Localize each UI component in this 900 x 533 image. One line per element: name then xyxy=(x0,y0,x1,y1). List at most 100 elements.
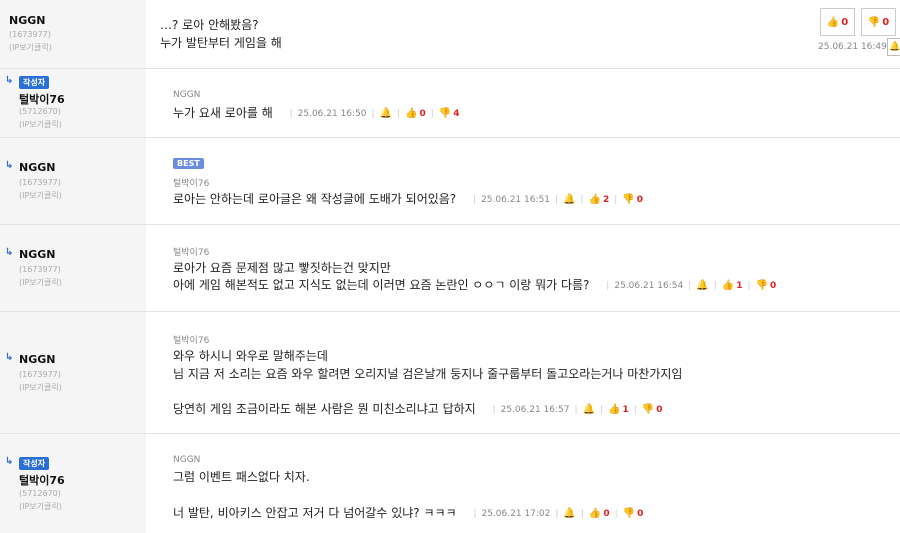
comment-row: ↳ 작성자 털박이76 (5712670) (IP보기클릭) NGGN 누가 요… xyxy=(0,69,900,138)
thumbs-up-icon: 👍 xyxy=(826,16,840,28)
thumbs-up-icon[interactable]: 👍 xyxy=(722,280,734,291)
reply-arrow-icon: ↳ xyxy=(5,160,14,171)
comment-meta: | 25.06.21 16:51 | 🔔 | 👍 2 | 👎 0 xyxy=(473,194,643,205)
report-button[interactable]: 🔔 xyxy=(887,38,900,56)
comment-row: ↳ NGGN (1673977) (IP보기클릭) 털박이76 와우 하시니 와… xyxy=(0,312,900,434)
downvote-button[interactable]: 👎 0 xyxy=(861,8,896,36)
author-nickname[interactable]: NGGN xyxy=(9,14,45,27)
author-id: (1673977) xyxy=(9,30,51,39)
comment-text: 로아는 안하는데 로아글은 왜 작성글에 도배가 되어있음? xyxy=(173,192,457,206)
comment-body: BEST 털박이76 로아는 안하는데 로아글은 왜 작성글에 도배가 되어있음… xyxy=(146,138,900,224)
comment-text: 아에 게임 해본적도 없고 지식도 없는데 이러면 요즘 논란인 ㅇㅇㄱ 이랑 … xyxy=(173,278,590,292)
upvote-count: 0 xyxy=(419,108,426,119)
author-nickname[interactable]: 털박이76 xyxy=(19,472,65,488)
comment-text-line: 로아는 안하는데 로아글은 왜 작성글에 도배가 되어있음? | 25.06.21… xyxy=(173,190,643,207)
comment-body: NGGN 그럼 이벤트 패스없다 치자. 너 발탄, 비아키스 안잡고 저거 다… xyxy=(146,434,900,533)
ip-view-link[interactable]: (IP보기클릭) xyxy=(19,277,62,288)
reply-arrow-icon: ↳ xyxy=(5,75,14,86)
upvote-count: 0 xyxy=(603,508,610,519)
comment-row: ↳ 작성자 털박이76 (5712670) (IP보기클릭) NGGN 그럼 이… xyxy=(0,434,900,533)
comment-meta: | 25.06.21 16:54 | 🔔 | 👍 1 | 👎 0 xyxy=(606,280,777,291)
ip-view-link[interactable]: (IP보기클릭) xyxy=(19,382,62,393)
comment-author-panel: ↳ NGGN (1673977) (IP보기클릭) xyxy=(0,138,146,224)
comment-text-line: 그럼 이벤트 패스없다 치자. xyxy=(173,470,310,484)
comment-meta: | 25.06.21 16:57 | 🔔 | 👍 1 | 👎 0 xyxy=(492,404,663,415)
reply-arrow-icon: ↳ xyxy=(5,352,14,363)
comment-text-line: 당연히 게임 조금이라도 해본 사람은 뭔 미친소리냐고 답하지 | 25.06.… xyxy=(173,400,663,417)
thumbs-down-icon[interactable]: 👎 xyxy=(439,108,451,119)
reply-target: NGGN xyxy=(173,455,201,465)
comment-text-line: …? 로아 안해봤음? xyxy=(160,18,259,32)
comment-date: 25.06.21 16:50 xyxy=(297,108,367,119)
bell-icon[interactable]: 🔔 xyxy=(696,280,708,291)
reply-target: 털박이76 xyxy=(173,179,210,189)
thumbs-down-icon[interactable]: 👎 xyxy=(623,508,635,519)
ip-view-link[interactable]: (IP보기클릭) xyxy=(19,190,62,201)
comment-text: 너 발탄, 비아키스 안잡고 저거 다 넘어갈수 있냐? ㅋㅋㅋ xyxy=(173,506,457,520)
comment-body: …? 로아 안해봤음? 누가 발탄부터 게임을 해 👍 0 👎 0 25.06.21… xyxy=(146,0,900,68)
comment-text-line: 누가 요새 로아를 해 | 25.06.21 16:50 | 🔔 | 👍 0 | 👎 4 xyxy=(173,104,460,121)
comment-text-line: 아에 게임 해본적도 없고 지식도 없는데 이러면 요즘 논란인 ㅇㅇㄱ 이랑 … xyxy=(173,276,776,293)
author-nickname[interactable]: NGGN xyxy=(19,353,55,366)
thumbs-down-icon[interactable]: 👎 xyxy=(642,404,654,415)
upvote-count: 1 xyxy=(622,404,629,415)
author-id: (5712670) xyxy=(19,489,61,498)
reply-arrow-icon: ↳ xyxy=(5,456,14,467)
upvote-button[interactable]: 👍 0 xyxy=(820,8,855,36)
upvote-count: 2 xyxy=(602,194,610,205)
comment-author-panel: NGGN (1673977) (IP보기클릭) xyxy=(0,0,146,68)
comment-text-line: 너 발탄, 비아키스 안잡고 저거 다 넘어갈수 있냐? ㅋㅋㅋ | 25.06.… xyxy=(173,504,643,521)
thumbs-up-icon[interactable]: 👍 xyxy=(608,404,620,415)
bell-icon[interactable]: 🔔 xyxy=(563,508,575,519)
reply-arrow-icon: ↳ xyxy=(5,247,14,258)
comment-date: 25.06.21 16:49 xyxy=(818,42,887,52)
downvote-count: 4 xyxy=(453,108,460,119)
comment-text-line: 님 지금 저 소리는 요즘 와우 할려면 오리지널 검은날개 둥지나 줄구룹부터… xyxy=(173,367,683,381)
comment-text-line: 누가 발탄부터 게임을 해 xyxy=(160,36,282,50)
comment-author-panel: ↳ NGGN (1673977) (IP보기클릭) xyxy=(0,312,146,433)
comment-row: NGGN (1673977) (IP보기클릭) …? 로아 안해봤음? 누가 발… xyxy=(0,0,900,69)
author-nickname[interactable]: 털박이76 xyxy=(19,91,65,107)
thumbs-up-icon[interactable]: 👍 xyxy=(405,108,417,119)
comment-meta: | 25.06.21 17:02 | 🔔 | 👍 0 | 👎 0 xyxy=(473,508,644,519)
comment-date: 25.06.21 16:54 xyxy=(614,280,684,291)
author-id: (5712670) xyxy=(19,107,61,116)
reply-target: NGGN xyxy=(173,90,201,100)
reply-target: 털박이76 xyxy=(173,336,210,346)
author-badge: 작성자 xyxy=(19,76,50,89)
bell-icon[interactable]: 🔔 xyxy=(563,194,575,205)
comment-body: 털박이76 로아가 요즘 문제점 많고 빻짓하는건 맞지만 아에 게임 해본적도… xyxy=(146,225,900,311)
comment-body: 털박이76 와우 하시니 와우로 말해주는데 님 지금 저 소리는 요즘 와우 … xyxy=(146,312,900,433)
reply-target: 털박이76 xyxy=(173,248,210,258)
downvote-count: 0 xyxy=(770,280,777,291)
author-badge: 작성자 xyxy=(19,457,50,470)
author-id: (1673977) xyxy=(19,370,61,379)
comment-date: 25.06.21 17:02 xyxy=(481,508,551,519)
thumbs-up-icon[interactable]: 👍 xyxy=(589,194,601,205)
thumbs-up-icon[interactable]: 👍 xyxy=(589,508,601,519)
author-nickname[interactable]: NGGN xyxy=(19,161,55,174)
downvote-count: 0 xyxy=(882,16,890,28)
author-nickname[interactable]: NGGN xyxy=(19,248,55,261)
ip-view-link[interactable]: (IP보기클릭) xyxy=(9,42,52,53)
author-id: (1673977) xyxy=(19,178,61,187)
comment-author-panel: ↳ 작성자 털박이76 (5712670) (IP보기클릭) xyxy=(0,69,146,137)
comment-row: ↳ NGGN (1673977) (IP보기클릭) BEST 털박이76 로아는… xyxy=(0,138,900,225)
downvote-count: 0 xyxy=(637,508,644,519)
comment-text: 당연히 게임 조금이라도 해본 사람은 뭔 미친소리냐고 답하지 xyxy=(173,402,476,416)
best-badge: BEST xyxy=(173,158,204,169)
bell-icon[interactable]: 🔔 xyxy=(583,404,595,415)
upvote-count: 0 xyxy=(841,16,849,28)
comment-author-panel: ↳ 작성자 털박이76 (5712670) (IP보기클릭) xyxy=(0,434,146,533)
comment-meta: | 25.06.21 16:50 | 🔔 | 👍 0 | 👎 4 xyxy=(289,108,460,119)
ip-view-link[interactable]: (IP보기클릭) xyxy=(19,119,62,130)
comment-text-line: 로아가 요즘 문제점 많고 빻짓하는건 맞지만 xyxy=(173,261,391,275)
thumbs-down-icon[interactable]: 👎 xyxy=(622,194,634,205)
comment-date: 25.06.21 16:57 xyxy=(500,404,570,415)
ip-view-link[interactable]: (IP보기클릭) xyxy=(19,501,62,512)
bell-icon[interactable]: 🔔 xyxy=(380,108,392,119)
downvote-count: 0 xyxy=(656,404,663,415)
comment-body: NGGN 누가 요새 로아를 해 | 25.06.21 16:50 | 🔔 | 👍 0 … xyxy=(146,69,900,137)
comment-date: 25.06.21 16:51 xyxy=(481,194,550,205)
thumbs-down-icon[interactable]: 👎 xyxy=(756,280,768,291)
